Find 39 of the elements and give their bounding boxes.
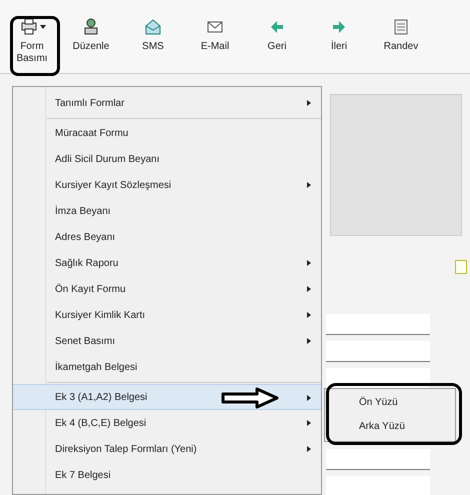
menu-item[interactable]: Arka Yüzü [325, 415, 455, 439]
note-icon [455, 260, 467, 274]
menu-item[interactable]: Ek 3 (A1,A2) Belgesi [13, 384, 321, 410]
menu-item[interactable]: Direksiyon Talep Formları (Yeni) [13, 436, 321, 462]
submenu-arrow-icon [307, 446, 311, 452]
caret-icon [40, 25, 46, 29]
input-field[interactable] [326, 341, 430, 362]
menu-item[interactable]: Kursiyer Kimlik Kartı [13, 302, 321, 328]
menu-item[interactable]: Adres Beyanı [13, 224, 321, 250]
menu-item[interactable]: Senet Basımı [13, 328, 321, 354]
submenu-arrow-icon [307, 338, 311, 344]
toolbar-button[interactable]: Randev [372, 14, 430, 55]
submenu-arrow-icon [307, 286, 311, 292]
printer-icon [18, 17, 38, 37]
input-field[interactable] [326, 314, 430, 335]
menu-item[interactable]: Ek 4 (B,C,E) Belgesi [13, 410, 321, 436]
submenu-arrow-icon [307, 100, 311, 106]
submenu-arrow-icon [307, 420, 311, 426]
menu-item[interactable]: Ek 7 Belgesi [13, 462, 321, 488]
submenu-arrow-icon [307, 312, 311, 318]
submenu-arrow-icon [307, 395, 311, 401]
input-field[interactable] [326, 449, 430, 470]
submenu-arrow-icon [307, 260, 311, 266]
menu-item[interactable]: Adli Sicil Durum Beyanı [13, 146, 321, 172]
menu-item[interactable]: Ön Yüzü [325, 391, 455, 415]
annotation-outline [10, 16, 60, 76]
menu-item[interactable]: Müracaat Formu [13, 120, 321, 146]
menu-item[interactable]: Sağlık Raporu [13, 250, 321, 276]
toolbar-button[interactable]: SMS [124, 14, 182, 55]
toolbar-button[interactable]: İleri [310, 14, 368, 55]
submenu-arrow-icon [307, 182, 311, 188]
toolbar-button[interactable]: E-Mail [186, 14, 244, 55]
menu-item[interactable]: Ön Kayıt Formu [13, 276, 321, 302]
toolbar-button[interactable]: Geri [248, 14, 306, 55]
menu-item[interactable]: İmza Beyanı [13, 198, 321, 224]
toolbar-button[interactable]: Form Basımı [14, 14, 50, 67]
annotation-arrow [221, 387, 279, 409]
toolbar-button[interactable]: Düzenle [62, 14, 120, 55]
menu-item[interactable]: Kursiyer Kayıt Sözleşmesi [13, 172, 321, 198]
